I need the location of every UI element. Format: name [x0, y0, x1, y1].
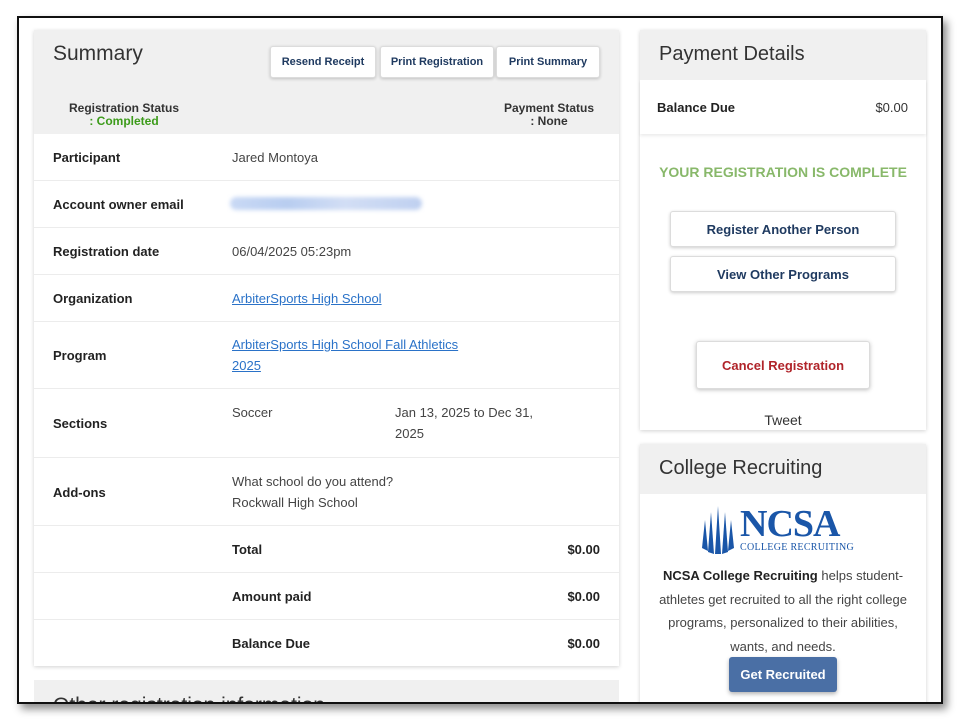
summary-title: Summary [53, 42, 143, 65]
participant-value: Jared Montoya [232, 150, 318, 165]
section-dates-line1: Jan 13, 2025 to Dec 31, [395, 405, 534, 420]
program-link-line1[interactable]: ArbiterSports High School Fall Athletics [232, 334, 458, 355]
college-recruiting-header: College Recruiting [640, 444, 926, 494]
balance-due-value: $0.00 [567, 636, 600, 651]
print-registration-button[interactable]: Print Registration [380, 46, 494, 78]
payment-details-card: Payment Details Balance Due $0.00 YOUR R… [640, 30, 926, 430]
participant-label: Participant [53, 150, 121, 165]
tweet-link[interactable]: Tweet [640, 412, 926, 428]
addons-label: Add-ons [53, 485, 106, 500]
view-other-programs-button[interactable]: View Other Programs [670, 256, 896, 292]
registration-date-row: Registration date 06/04/2025 05:23pm [34, 228, 619, 275]
print-summary-button[interactable]: Print Summary [496, 46, 600, 78]
program-link-line2[interactable]: 2025 [232, 355, 458, 376]
payment-balance-label: Balance Due [657, 100, 736, 115]
total-row: Total $0.00 [34, 526, 619, 573]
registration-complete-message: YOUR REGISTRATION IS COMPLETE [659, 164, 907, 180]
other-info-title: Other registration information [53, 694, 325, 702]
email-row: Account owner email [34, 181, 619, 228]
email-label: Account owner email [53, 197, 184, 212]
section-name: Soccer [232, 405, 273, 420]
ncsa-wordmark: NCSA [740, 503, 840, 545]
register-another-button[interactable]: Register Another Person [670, 211, 896, 247]
amount-paid-label: Amount paid [232, 589, 312, 604]
program-row: Program ArbiterSports High School Fall A… [34, 322, 619, 389]
amount-paid-value: $0.00 [567, 589, 600, 604]
ncsa-subtitle: COLLEGE RECRUITING [740, 542, 854, 553]
sections-row: Sections Soccer Jan 13, 2025 to Dec 31, … [34, 389, 619, 458]
total-value: $0.00 [567, 542, 600, 557]
amount-paid-row: Amount paid $0.00 [34, 573, 619, 620]
organization-row: Organization ArbiterSports High School [34, 275, 619, 322]
payment-status: Payment Status : None [494, 102, 604, 128]
sections-label: Sections [53, 416, 108, 431]
total-label: Total [232, 542, 263, 557]
section-dates: Jan 13, 2025 to Dec 31, 2025 [395, 402, 533, 444]
registration-date-value: 06/04/2025 05:23pm [232, 244, 352, 259]
payment-balance-value: $0.00 [875, 100, 908, 115]
participant-row: Participant Jared Montoya [34, 134, 619, 181]
cancel-registration-button[interactable]: Cancel Registration [696, 341, 870, 389]
ncsa-logo[interactable]: NCSA COLLEGE RECRUITING [698, 502, 868, 556]
recruiting-description-bold: NCSA College Recruiting [662, 568, 818, 583]
program-label: Program [53, 348, 107, 363]
payment-status-value: : None [530, 114, 568, 128]
page: Summary Resend Receipt Print Registratio… [19, 18, 941, 702]
ncsa-emblem-icon [702, 506, 734, 554]
browser-frame: Summary Resend Receipt Print Registratio… [17, 16, 943, 704]
addons-answer: Rockwall High School [232, 495, 358, 510]
resend-receipt-button[interactable]: Resend Receipt [270, 46, 376, 78]
balance-due-label: Balance Due [232, 636, 311, 651]
payment-details-header: Payment Details [640, 30, 926, 80]
addons-question: What school do you attend? [232, 474, 394, 489]
email-value-redacted [230, 197, 422, 210]
addons-row: Add-ons What school do you attend? Rockw… [34, 458, 619, 526]
other-info-card: Other registration information [34, 680, 619, 702]
addons-value: What school do you attend? Rockwall High… [232, 471, 393, 513]
registration-date-label: Registration date [53, 244, 160, 259]
get-recruited-button[interactable]: Get Recruited [729, 657, 837, 692]
registration-status-value: : Completed [89, 114, 159, 128]
organization-link[interactable]: ArbiterSports High School [232, 288, 382, 309]
organization-label: Organization [53, 291, 133, 306]
program-link[interactable]: ArbiterSports High School Fall Athletics… [232, 334, 458, 376]
registration-status: Registration Status : Completed [64, 102, 184, 128]
summary-header: Summary Resend Receipt Print Registratio… [34, 30, 619, 134]
college-recruiting-title: College Recruiting [659, 457, 823, 479]
payment-details-title: Payment Details [659, 43, 805, 65]
college-recruiting-card: College Recruiting NCSA COLLEGE RECRUITI… [640, 444, 926, 702]
summary-rows: Participant Jared Montoya Account owner … [34, 134, 619, 667]
balance-due-row: Balance Due $0.00 [34, 620, 619, 667]
recruiting-description: NCSA College Recruiting helps student-at… [650, 564, 916, 658]
section-dates-line2: 2025 [395, 426, 424, 441]
payment-balance-row: Balance Due $0.00 [640, 80, 926, 134]
summary-card: Summary Resend Receipt Print Registratio… [34, 30, 619, 666]
